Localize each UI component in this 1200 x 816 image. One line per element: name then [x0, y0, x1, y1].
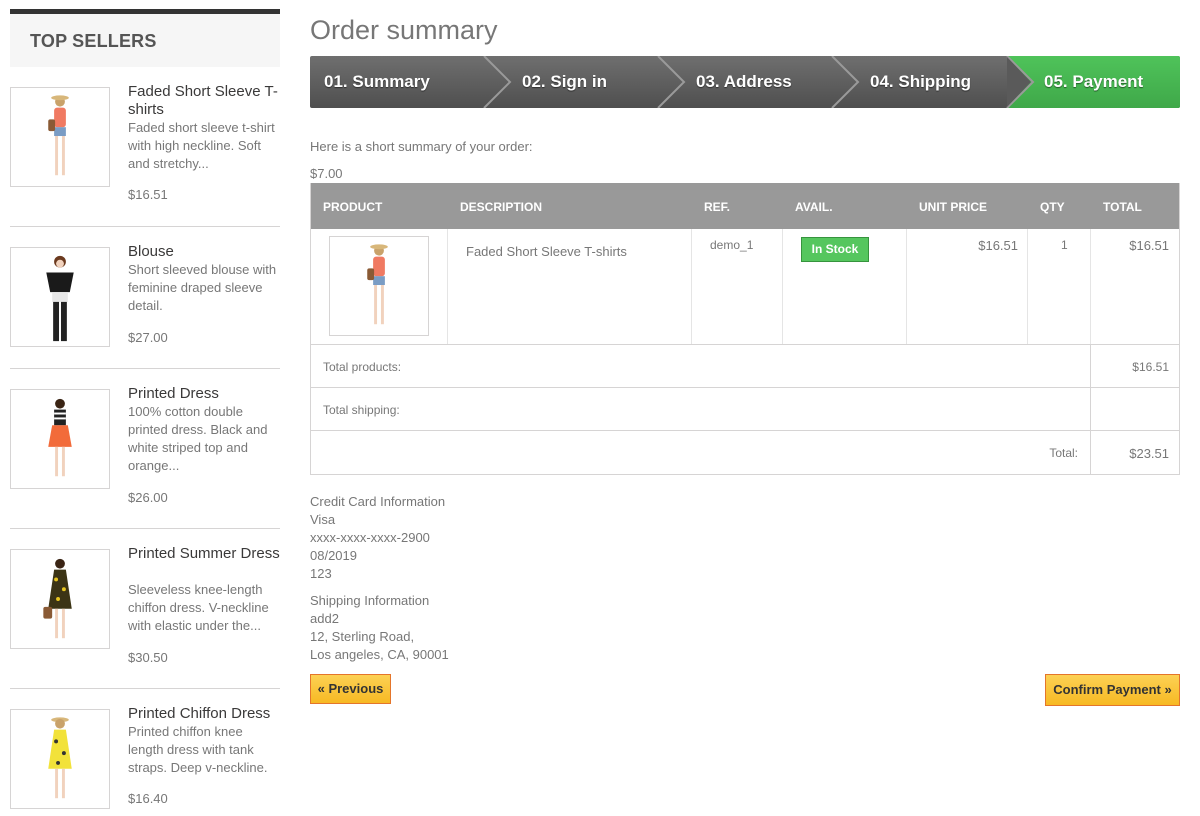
total-products-value: $16.51: [1132, 360, 1169, 374]
total-shipping-label: Total shipping:: [323, 403, 400, 417]
product-thumbnail[interactable]: [10, 389, 110, 489]
step-payment: 05. Payment: [1044, 72, 1144, 91]
card-expiry: 08/2019: [310, 548, 357, 563]
header-description: Description: [460, 200, 543, 214]
grand-total-row: Total: $23.51: [311, 431, 1179, 474]
step-shipping[interactable]: 04. Shipping: [833, 56, 1007, 108]
card-number: xxxx-xxxx-xxxx-2900: [310, 530, 430, 545]
credit-card-title: Credit Card Information: [310, 494, 446, 509]
product-thumbnail[interactable]: [10, 247, 110, 347]
page-title: Order summary: [310, 15, 498, 45]
in-stock-badge: In Stock: [801, 237, 869, 262]
top-sellers-block: Top sellers Faded Short Sleeve T-shirts …: [10, 9, 280, 816]
shipping-name: add2: [310, 611, 339, 626]
top-sellers-title: Top sellers: [10, 9, 280, 67]
sidebar-product: Faded Short Sleeve T-shirts Faded short …: [10, 67, 280, 227]
total-products-label: Total products:: [323, 360, 402, 374]
total-shipping-row: Total shipping:: [311, 388, 1179, 431]
header-avail: Avail.: [795, 200, 833, 214]
total-label: Total:: [1049, 446, 1078, 460]
sidebar-product: Printed Dress 100% cotton double printed…: [10, 369, 280, 529]
product-price: $30.50: [128, 650, 168, 665]
step-summary[interactable]: 01. Summary: [310, 56, 485, 108]
product-thumbnail[interactable]: [10, 549, 110, 649]
product-name-link[interactable]: Faded Short Sleeve T-shirts: [128, 83, 280, 119]
product-name-link[interactable]: Printed Dress: [128, 385, 280, 403]
shipping-info: Shipping Information add2 12, Sterling R…: [310, 592, 449, 664]
cart-qty: 1: [1061, 238, 1068, 252]
previous-button[interactable]: « Previous: [310, 674, 391, 704]
product-price: $16.51: [128, 187, 168, 202]
product-description: Short sleeved blouse with feminine drape…: [128, 262, 277, 313]
step-address[interactable]: 03. Address: [659, 56, 833, 108]
shipping-street: 12, Sterling Road,: [310, 629, 415, 644]
order-intro-text: Here is a short summary of your order:: [310, 139, 533, 154]
card-type: Visa: [310, 512, 336, 527]
header-qty: Qty: [1040, 200, 1065, 214]
confirm-payment-button[interactable]: Confirm Payment »: [1045, 674, 1180, 706]
sidebar-product: Printed Chiffon Dress Printed chiffon kn…: [10, 689, 280, 816]
step-sign-in[interactable]: 02. Sign in: [485, 56, 659, 108]
cart-unit-price: $16.51: [978, 238, 1018, 253]
product-price: $16.40: [128, 791, 168, 806]
total-value: $23.51: [1129, 446, 1169, 461]
header-unit-price: Unit price: [919, 200, 988, 214]
sidebar-product: Blouse Short sleeved blouse with feminin…: [10, 227, 280, 369]
product-thumbnail[interactable]: [10, 87, 110, 187]
table-header: Product Description Ref. Avail. Unit pri…: [311, 183, 1179, 229]
cart-line-total: $16.51: [1129, 238, 1169, 253]
product-price: $27.00: [128, 330, 168, 345]
cart-summary-table: Product Description Ref. Avail. Unit pri…: [310, 183, 1180, 475]
shipping-title: Shipping Information: [310, 593, 430, 608]
header-ref: Ref.: [704, 200, 731, 214]
product-name-link[interactable]: Printed Summer Dress: [128, 545, 280, 563]
credit-card-info: Credit Card Information Visa xxxx-xxxx-x…: [310, 493, 445, 583]
cart-product-image[interactable]: [329, 236, 429, 336]
table-row: Faded Short Sleeve T-shirts demo_1 In St…: [311, 229, 1179, 345]
header-product: Product: [323, 200, 383, 214]
order-amount: $7.00: [310, 166, 343, 181]
product-description: Sleeveless knee-length chiffon dress. V-…: [128, 582, 269, 633]
header-total: Total: [1103, 200, 1142, 214]
card-cvv: 123: [310, 566, 332, 581]
product-description: Faded short sleeve t-shirt with high nec…: [128, 120, 275, 171]
product-description: Printed chiffon knee length dress with t…: [128, 724, 268, 775]
cart-product-name[interactable]: Faded Short Sleeve T-shirts: [466, 244, 627, 259]
shipping-city: Los angeles, CA, 90001: [310, 647, 449, 662]
total-products-row: Total products: $16.51: [311, 345, 1179, 388]
sidebar-product: Printed Summer Dress Sleeveless knee-len…: [10, 529, 280, 689]
product-name-link[interactable]: Blouse: [128, 243, 280, 261]
checkout-steps: 01. Summary 02. Sign in 03. Address 04. …: [310, 56, 1180, 108]
product-thumbnail[interactable]: [10, 709, 110, 809]
product-description: 100% cotton double printed dress. Black …: [128, 404, 268, 473]
product-price: $26.00: [128, 490, 168, 505]
cart-product-ref: demo_1: [710, 238, 754, 252]
product-name-link[interactable]: Printed Chiffon Dress: [128, 705, 280, 723]
